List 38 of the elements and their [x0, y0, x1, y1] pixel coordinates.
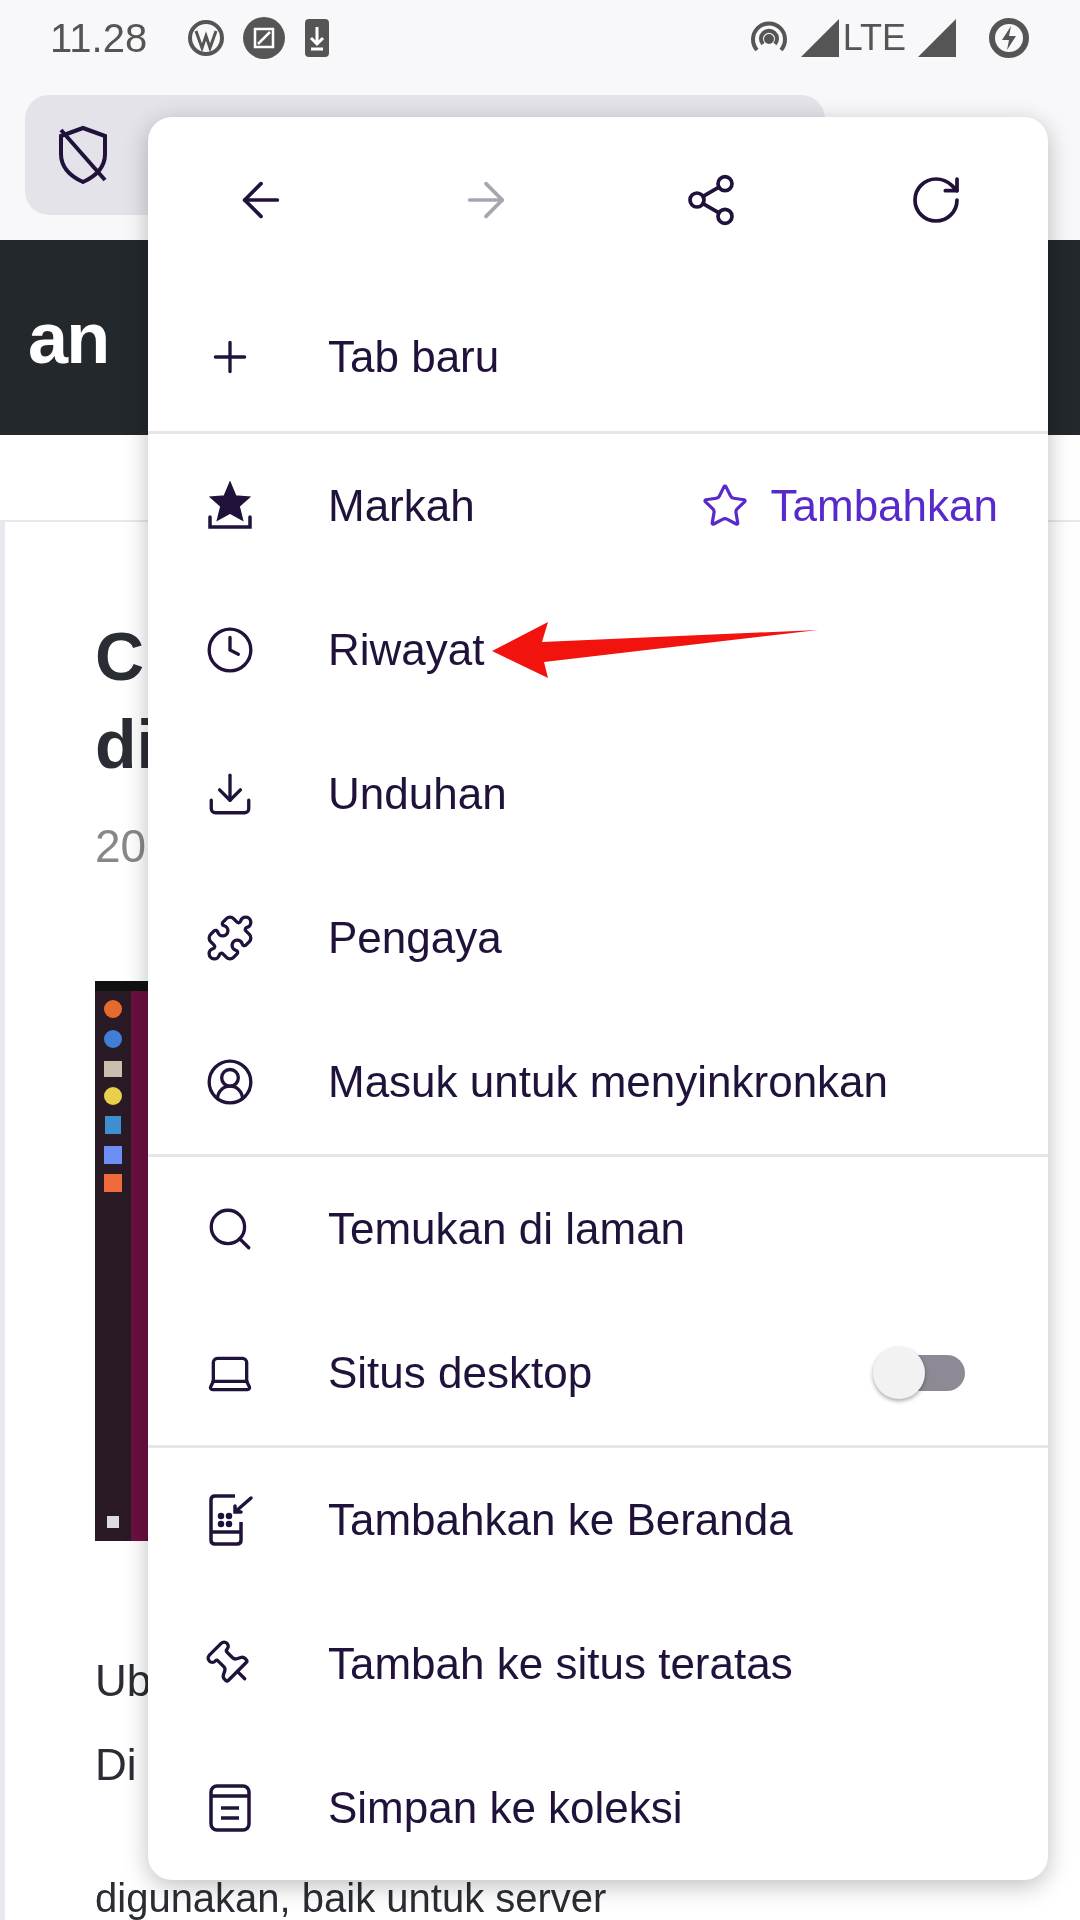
menu-item[interactable]: Situs desktop	[148, 1301, 1048, 1445]
menu-item[interactable]: Riwayat	[148, 578, 1048, 722]
menu-item[interactable]: Tambahkan ke Beranda	[148, 1448, 1048, 1592]
article-title: C	[95, 617, 145, 696]
menu-label: Masuk untuk menyinkronkan	[328, 1056, 889, 1108]
network-type: LTE	[842, 15, 906, 60]
puzzle-icon	[205, 913, 255, 963]
menu-item[interactable]: Markah Tambahkan	[148, 434, 1048, 578]
menu-item[interactable]: Pengaya	[148, 866, 1048, 1010]
screenshot-icon	[243, 16, 286, 59]
account-icon	[205, 1057, 255, 1107]
site-logo: an	[28, 296, 109, 380]
menu-label: Pengaya	[328, 912, 502, 964]
menu-item[interactable]: Temukan di laman	[148, 1157, 1048, 1301]
bookmark-star-icon	[205, 481, 255, 531]
collection-icon	[207, 1782, 253, 1834]
menu-label: Tambah ke situs teratas	[328, 1638, 793, 1690]
signal-icon	[800, 18, 839, 57]
menu-label: Situs desktop	[328, 1347, 593, 1399]
menu-item[interactable]: Tab baru	[148, 283, 1048, 431]
clock-icon	[205, 625, 255, 675]
article-text: Di	[95, 1740, 137, 1790]
menu-label: Simpan ke koleksi	[328, 1782, 683, 1834]
menu-label: Tab baru	[328, 331, 500, 383]
article-date: 20	[95, 819, 147, 874]
menu-item[interactable]: Masuk untuk menyinkronkan	[148, 1010, 1048, 1154]
download-icon	[303, 16, 332, 59]
menu-label: Unduhan	[328, 768, 507, 820]
status-time: 11.28	[50, 14, 148, 62]
signal-icon	[918, 18, 956, 57]
add-bookmark-button[interactable]: Tambahkan	[690, 473, 1008, 539]
menu-label: Riwayat	[328, 624, 485, 676]
menu-label: Markah	[328, 480, 475, 532]
menu-label: Temukan di laman	[328, 1203, 686, 1255]
menu-label: Tambahkan ke Beranda	[328, 1494, 793, 1546]
menu-item[interactable]: Unduhan	[148, 722, 1048, 866]
wordpress-icon	[187, 18, 226, 57]
battery-charging-icon	[988, 16, 1030, 59]
